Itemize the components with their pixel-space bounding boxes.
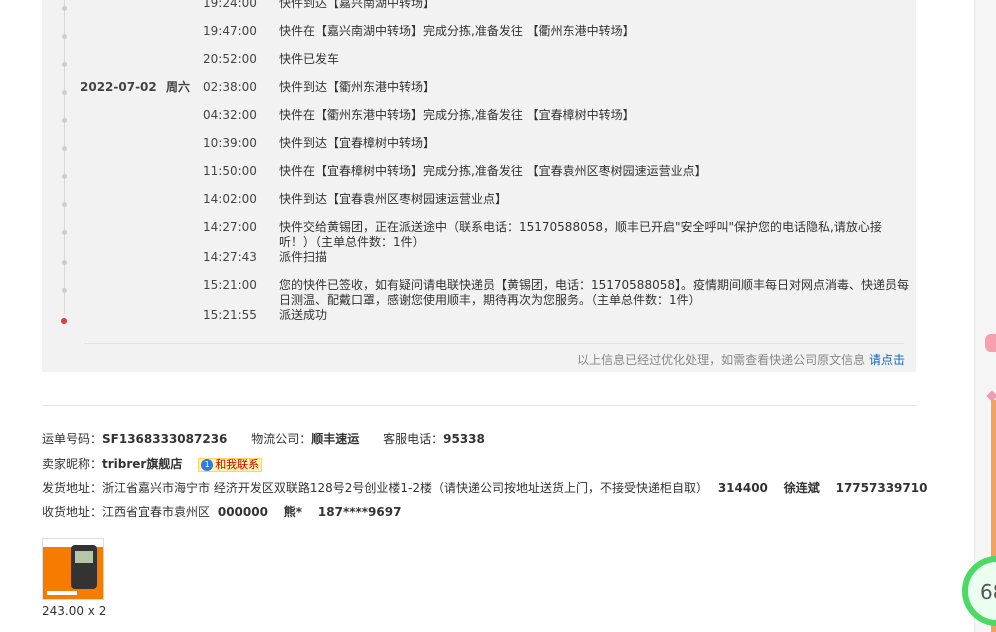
event-message: 快件到达【宜春袁州区枣树园速运营业点】 [279, 192, 508, 206]
event-message: 快件在【衢州东港中转场】完成分拣,准备发往 【宜春樟树中转场】 [279, 108, 635, 122]
send-name: 徐连斌 [783, 481, 820, 495]
track-event: 04:32:00 快件在【衢州东港中转场】完成分拣,准备发往 【宜春樟树中转场】 [0, 108, 916, 128]
product-thumbnail[interactable] [42, 538, 104, 600]
event-time: 14:27:00 [203, 220, 257, 234]
event-message: 快件到达【衢州东港中转场】 [279, 80, 436, 94]
chat-icon: 1 [201, 459, 214, 471]
event-message: 派件扫描 [279, 250, 328, 264]
recv-name: 熊* [283, 505, 303, 519]
send-address: 浙江省嘉兴市海宁市 经济开发区双联路128号2号创业楼1-2楼（请快递公司按地址… [102, 481, 708, 495]
divider [42, 405, 916, 406]
event-message: 快件到达【宜春樟树中转场】 [279, 136, 436, 150]
event-message: 快件到达【嘉兴南湖中转场】 [279, 0, 436, 10]
seller-name: tribrer旗舰店 [102, 457, 183, 471]
phone-label: 客服电话： [383, 432, 444, 446]
contact-seller-button[interactable]: 1 和我联系 [198, 458, 263, 472]
event-time: 10:39:00 [203, 136, 257, 150]
score-value: 68 [980, 580, 996, 604]
event-message: 快件已发车 [279, 52, 340, 66]
divider [84, 343, 904, 344]
send-phone: 17757339710 [835, 481, 928, 495]
track-event: 14:27:43 派件扫描 [0, 250, 916, 270]
sidebar-pink-tab[interactable] [985, 334, 996, 352]
event-time: 14:02:00 [203, 192, 257, 206]
track-event: 14:02:00 快件到达【宜春袁州区枣树园速运营业点】 [0, 192, 916, 212]
optimized-note: 以上信息已经过优化处理，如需查看快递公司原文信息 请点击 [577, 351, 905, 368]
track-event: 19:47:00 快件在【嘉兴南湖中转场】完成分拣,准备发往 【衢州东港中转场】 [0, 24, 916, 44]
waybill-label: 运单号码： [42, 432, 103, 446]
recv-phone: 187****9697 [317, 505, 402, 519]
event-message: 您的快件已签收，如有疑问请电联快递员【黄锡团，电话：15170588058】。疫… [279, 278, 909, 307]
recv-zip: 000000 [217, 505, 268, 519]
product-device-image [71, 545, 97, 589]
track-event: 14:27:00 快件交给黄锡团，正在派送途中（联系电话：15170588058，… [0, 220, 916, 249]
event-time: 19:47:00 [203, 24, 257, 38]
track-event: 2022-07-02 周六 02:38:00 快件到达【衢州东港中转场】 [0, 80, 916, 100]
recv-address-row: 收货地址：江西省宜春市袁州区 000000 熊* 187****9697 [42, 503, 401, 520]
track-event: 10:39:00 快件到达【宜春樟树中转场】 [0, 136, 916, 156]
event-time: 15:21:00 [203, 278, 257, 292]
send-label: 发货地址： [42, 481, 103, 495]
service-phone: 95338 [443, 432, 485, 446]
event-message: 快件在【嘉兴南湖中转场】完成分拣,准备发往 【衢州东港中转场】 [279, 24, 635, 38]
track-event: 20:52:00 快件已发车 [0, 52, 916, 72]
seller-row: 卖家昵称：tribrer旗舰店 1 和我联系 [42, 455, 263, 472]
track-event: 19:24:00 快件到达【嘉兴南湖中转场】 [0, 0, 916, 16]
waybill-row: 运单号码：SF1368333087236 物流公司：顺丰速运 客服电话：9533… [42, 430, 485, 447]
note-text: 以上信息已经过优化处理，如需查看快递公司原文信息 [577, 353, 869, 367]
product-image-band [47, 591, 77, 595]
company-name: 顺丰速运 [311, 432, 360, 446]
view-original-link[interactable]: 请点击 [869, 353, 905, 367]
event-date: 2022-07-02 [80, 80, 157, 94]
event-weekday: 周六 [166, 80, 191, 94]
event-message: 快件交给黄锡团，正在派送途中（联系电话：15170588058，顺丰已开启"安全… [279, 220, 882, 249]
event-time: 19:24:00 [203, 0, 257, 10]
recv-label: 收货地址： [42, 505, 103, 519]
score-badge[interactable]: 68 [962, 556, 996, 626]
event-time: 04:32:00 [203, 108, 257, 122]
event-message: 派送成功 [279, 308, 328, 322]
seller-label: 卖家昵称： [42, 457, 103, 471]
event-message: 快件在【宜春樟树中转场】完成分拣,准备发往 【宜春袁州区枣树园速运营业点】 [279, 164, 707, 178]
send-zip: 314400 [717, 481, 768, 495]
event-time: 11:50:00 [203, 164, 257, 178]
waybill-number: SF1368333087236 [102, 432, 228, 446]
product-price: 243.00 x 2 [42, 604, 107, 618]
event-time: 14:27:43 [203, 250, 257, 264]
track-event: 15:21:00 您的快件已签收，如有疑问请电联快递员【黄锡团，电话：151705… [0, 278, 916, 307]
send-address-row: 发货地址：浙江省嘉兴市海宁市 经济开发区双联路128号2号创业楼1-2楼（请快递… [42, 479, 927, 496]
track-event: 15:21:55 派送成功 [0, 308, 916, 328]
track-event: 11:50:00 快件在【宜春樟树中转场】完成分拣,准备发往 【宜春袁州区枣树园速… [0, 164, 916, 184]
company-label: 物流公司： [251, 432, 312, 446]
recv-address: 江西省宜春市袁州区 [102, 505, 211, 519]
event-time: 20:52:00 [203, 52, 257, 66]
event-time: 02:38:00 [203, 80, 257, 94]
contact-label: 和我联系 [215, 458, 260, 471]
event-time: 15:21:55 [203, 308, 257, 322]
